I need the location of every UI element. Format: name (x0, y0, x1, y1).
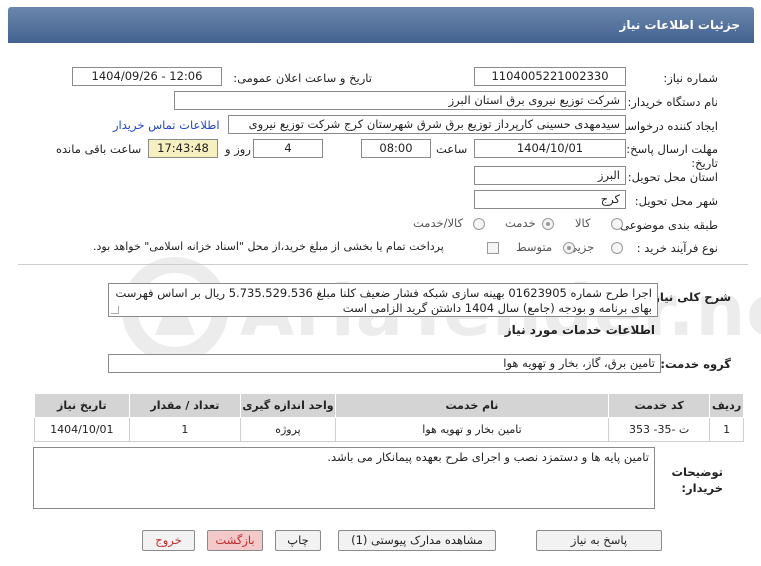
city-label: شهر محل تحویل: (634, 194, 718, 208)
column-header: ردیف (709, 393, 744, 418)
cell-row-number: 1 (709, 417, 744, 442)
deadline-time-field[interactable]: 08:00 (361, 139, 431, 158)
column-header: تاریخ نیاز (34, 393, 130, 418)
cell-unit: پروژه (240, 417, 336, 442)
services-table: ردیف کد خدمت نام خدمت واحد اندازه گیری ت… (34, 393, 744, 442)
view-attachments-button[interactable]: مشاهده مدارک پیوستی (1) (338, 530, 496, 551)
announce-label: تاریخ و ساعت اعلان عمومی: (233, 71, 372, 85)
description-label: شرح کلی نیاز: (648, 290, 731, 304)
need-number-field[interactable]: 1104005221002330 (474, 67, 626, 86)
category-radio-goods[interactable] (611, 218, 623, 230)
print-button[interactable]: چاپ (275, 530, 321, 551)
remaining-time-field[interactable]: 17:43:48 (148, 139, 218, 158)
treasury-checkbox[interactable] (487, 242, 499, 254)
buyer-notes-textarea[interactable]: تامین پایه ها و دستمزد نصب و اجرای طرح ب… (33, 447, 655, 509)
category-option-goods-service: کالا/خدمت (413, 216, 464, 230)
process-radio-small[interactable] (611, 242, 623, 254)
cell-quantity: 1 (128, 417, 242, 442)
buyer-contact-link[interactable]: اطلاعات تماس خریدار (113, 118, 220, 132)
buyer-notes-label: توضیحات خریدار: (671, 465, 724, 495)
province-label: استان محل تحویل: (627, 170, 718, 184)
back-button[interactable]: بازگشت (207, 530, 263, 551)
need-number-label: شماره نیاز: (663, 71, 718, 85)
description-textarea[interactable]: اجرا طرح شماره 01623905 بهینه سازی شبکه … (108, 283, 658, 317)
category-label: طبقه بندی موضوعی: (616, 218, 718, 232)
category-option-service: خدمت (505, 216, 536, 230)
category-radio-service[interactable] (542, 218, 554, 230)
buyer-org-field[interactable]: شرکت توزیع نیروی برق استان البرز (174, 91, 626, 110)
creator-field[interactable]: سیدمهدی حسینی کارپرداز توزیع برق شرق شهر… (228, 115, 626, 134)
announce-datetime-field[interactable]: 1404/09/26 - 12:06 (72, 67, 222, 86)
days-label: روز و (225, 142, 251, 156)
column-header: تعداد / مقدار (128, 393, 242, 418)
cell-service-code: ت -35- 353 (608, 417, 711, 442)
province-field[interactable]: البرز (474, 166, 626, 185)
page-title: جزئیات اطلاعات نیاز (619, 18, 740, 32)
buyer-org-label: نام دستگاه خریدار: (627, 95, 718, 109)
process-radio-medium[interactable] (563, 242, 575, 254)
reply-button[interactable]: پاسخ به نیاز (536, 530, 662, 551)
creator-label: ایجاد کننده درخواست: (612, 119, 718, 133)
exit-button[interactable]: خروج (142, 530, 195, 551)
deadline-date-field[interactable]: 1404/10/01 (474, 139, 626, 158)
deadline-time-label: ساعت (436, 142, 468, 156)
column-header: کد خدمت (608, 393, 711, 418)
service-group-label: گروه خدمت: (660, 357, 731, 371)
services-section-title: اطلاعات خدمات مورد نیاز (504, 323, 655, 337)
remaining-days-field[interactable]: 4 (253, 139, 323, 158)
service-group-field[interactable]: تامین برق، گاز، بخار و تهویه هوا (108, 354, 661, 373)
resize-handle-icon[interactable] (111, 306, 119, 314)
category-radio-goods-service[interactable] (473, 218, 485, 230)
process-option-medium: متوسط (516, 240, 553, 254)
treasury-note: پرداخت تمام یا بخشی از مبلغ خرید،از محل … (93, 240, 444, 253)
column-header: نام خدمت (334, 393, 610, 418)
city-field[interactable]: کرج (474, 190, 626, 209)
table-header-row: ردیف کد خدمت نام خدمت واحد اندازه گیری ت… (34, 393, 744, 418)
page-header: جزئیات اطلاعات نیاز (8, 7, 754, 43)
remaining-time-label: ساعت باقی مانده (56, 142, 142, 156)
section-divider (18, 264, 748, 265)
process-label: نوع فرآیند خرید : (636, 241, 718, 255)
table-row: 1 ت -35- 353 تامین بخار و تهویه هوا پروژ… (34, 417, 744, 442)
cell-service-name: تامین بخار و تهویه هوا (334, 417, 610, 442)
category-option-goods: کالا (575, 216, 591, 230)
cell-need-date: 1404/10/01 (34, 417, 130, 442)
column-header: واحد اندازه گیری (240, 393, 336, 418)
